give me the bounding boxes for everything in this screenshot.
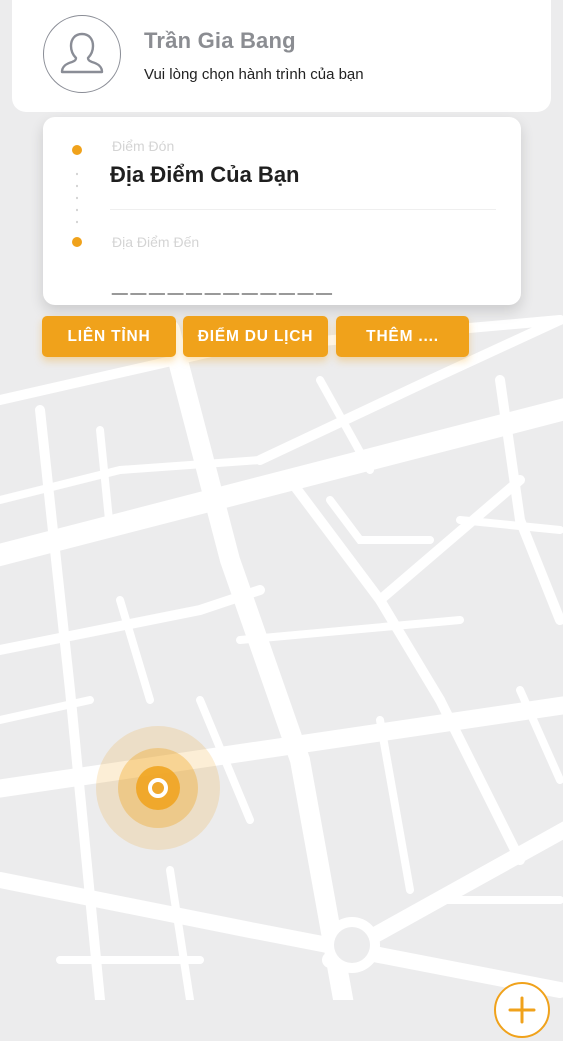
user-icon xyxy=(60,32,104,74)
user-name: Trần Gia Bang xyxy=(144,28,296,53)
pickup-dot-icon xyxy=(72,145,82,155)
destination-label: Địa Điểm Đến xyxy=(112,234,200,250)
add-icon xyxy=(508,996,536,1024)
destination-dot-icon xyxy=(72,237,82,247)
pickup-label: Điểm Đón xyxy=(112,138,175,154)
page-subtitle: Vui lòng chọn hành trình của bạn xyxy=(144,66,364,83)
route-connector xyxy=(76,168,78,228)
destination-field[interactable]: ____________ xyxy=(112,266,335,298)
location-pin-icon[interactable] xyxy=(96,726,220,850)
avatar[interactable] xyxy=(43,15,121,93)
divider xyxy=(110,209,496,210)
pickup-field[interactable]: Địa Điểm Của Bạn xyxy=(110,162,300,188)
add-fab[interactable] xyxy=(494,982,550,1038)
more-button[interactable]: THÊM .... xyxy=(336,316,469,357)
tourist-spot-button[interactable]: ĐIỂM DU LỊCH xyxy=(183,316,328,357)
inter-province-button[interactable]: LIÊN TỈNH xyxy=(42,316,176,357)
